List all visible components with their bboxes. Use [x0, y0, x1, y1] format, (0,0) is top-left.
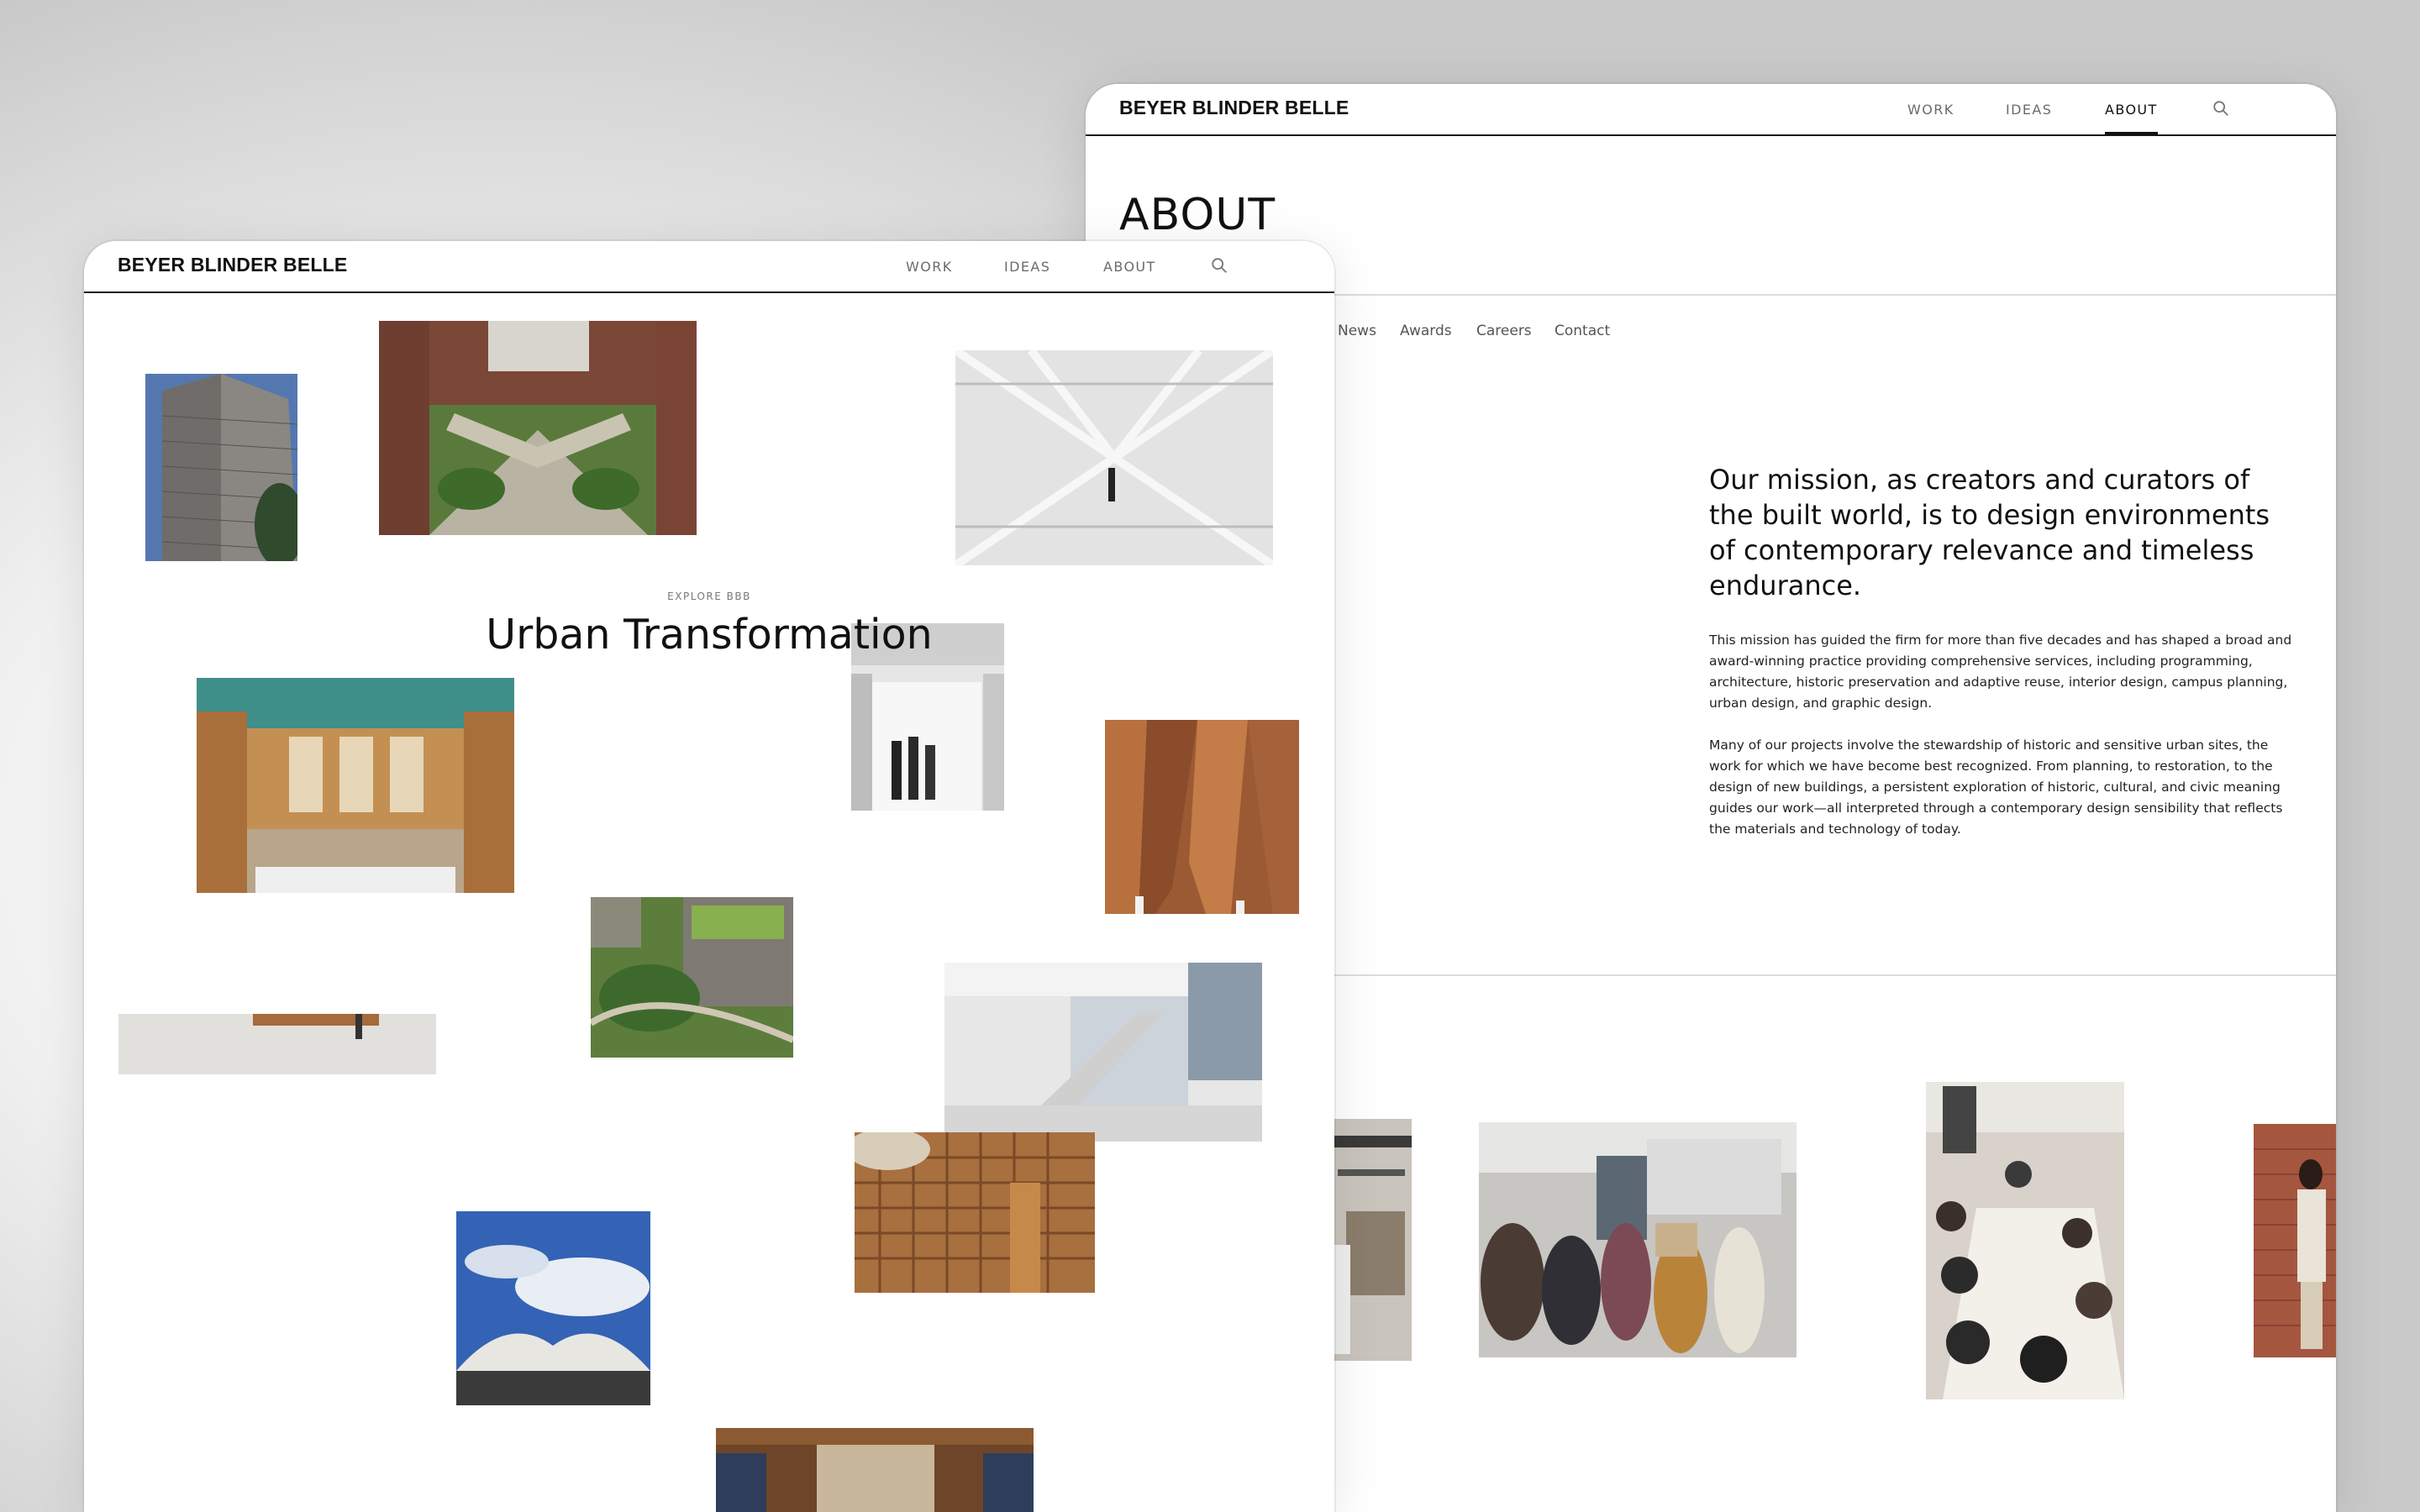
- workshop-table-photo: [1926, 1082, 2124, 1399]
- nav-about-label: ABOUT: [2105, 102, 2158, 118]
- portrait-photo-partial: [2254, 1124, 2336, 1357]
- home-page-window: BEYER BLINDER BELLE WORK IDEAS ABOUT EXP…: [84, 241, 1334, 1512]
- coffered-dome-photo[interactable]: [855, 1132, 1095, 1293]
- page-title: ABOUT: [1119, 190, 1276, 240]
- about-paragraph-2: Many of our projects involve the steward…: [1709, 738, 2283, 837]
- section-headline: Urban Transformation: [486, 611, 933, 659]
- about-paragraph-1: This mission has guided the firm for mor…: [1709, 633, 2292, 711]
- plaza-photo[interactable]: [118, 1014, 436, 1074]
- nav-ideas[interactable]: IDEAS: [1004, 259, 1050, 275]
- skyscraper-photo[interactable]: [145, 374, 297, 561]
- studio-photo-partial: [1329, 1119, 1412, 1361]
- grand-central-photo[interactable]: [197, 678, 514, 893]
- atrium-stairs-photo[interactable]: [944, 963, 1262, 1142]
- copper-facade-photo[interactable]: [1105, 720, 1299, 914]
- section-eyebrow: EXPLORE BBB: [667, 591, 751, 602]
- brand-logo[interactable]: BEYER BLINDER BELLE: [1119, 97, 1349, 119]
- terminal-building-photo[interactable]: [456, 1211, 650, 1405]
- brand-logo[interactable]: BEYER BLINDER BELLE: [118, 254, 347, 276]
- nav-about[interactable]: ABOUT: [2105, 102, 2158, 135]
- aerial-courtyard-photo[interactable]: [379, 321, 697, 535]
- subnav-news[interactable]: News: [1338, 323, 1376, 339]
- green-roof-photo[interactable]: [591, 897, 793, 1058]
- search-icon[interactable]: [1210, 256, 1228, 275]
- subnav-awards[interactable]: Awards: [1400, 323, 1452, 339]
- white-structure-photo[interactable]: [955, 350, 1273, 565]
- nav-about[interactable]: ABOUT: [1103, 259, 1156, 275]
- nav-work[interactable]: WORK: [906, 259, 953, 275]
- mission-statement: Our mission, as creators and curators of…: [1709, 464, 2270, 601]
- team-meeting-photo: [1479, 1122, 1797, 1357]
- active-nav-underline: [2105, 132, 2158, 135]
- subnav-contact[interactable]: Contact: [1555, 323, 1610, 339]
- site-header: BEYER BLINDER BELLE WORK IDEAS ABOUT: [1086, 84, 2336, 136]
- nav-work[interactable]: WORK: [1907, 102, 1954, 118]
- subnav-careers[interactable]: Careers: [1476, 323, 1532, 339]
- search-icon[interactable]: [2212, 99, 2230, 118]
- ornate-interior-photo[interactable]: [716, 1428, 1034, 1512]
- nav-ideas[interactable]: IDEAS: [2006, 102, 2052, 118]
- site-header: BEYER BLINDER BELLE WORK IDEAS ABOUT: [84, 241, 1334, 293]
